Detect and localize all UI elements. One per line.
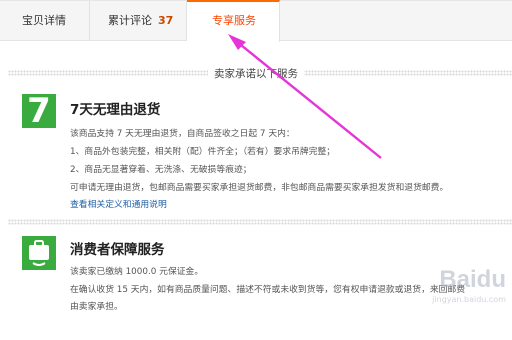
- return-desc-line-1: 该商品支持 7 天无理由退货，自商品签收之日起 7 天内：: [70, 129, 295, 139]
- return-desc-line-2: 1、商品外包装完整，相关附（配）件齐全；（若有）要求吊牌完整；: [70, 147, 336, 157]
- return-service-title: 7天无理由退货: [70, 102, 161, 118]
- baidu-watermark-brand: Baidu: [439, 266, 506, 293]
- baidu-watermark-sub: jingyan.baidu.com: [432, 295, 506, 304]
- return-desc-line-4: 可申请无理由退货，包邮商品需要买家承担退货邮费，非包邮商品需要买家承担发货和退货…: [70, 183, 449, 193]
- protection-line-1: 该卖家已缴纳 1000.0 元保证金。: [70, 267, 204, 277]
- review-count-badge: 37: [158, 14, 174, 27]
- protection-line-2: 在确认收货 15 天内，如有商品质量问题、描述不符或未收到货等，您有权申请退款或…: [70, 285, 466, 295]
- seven-day-badge-icon: 7: [22, 91, 56, 131]
- protection-badge-icon: [22, 236, 56, 270]
- tab-label-reviews: 累计评论: [108, 14, 152, 27]
- return-desc-line-3: 2、商品无显著穿着、无洗涤、无破损等痕迹；: [70, 165, 252, 175]
- protection-line-3: 由卖家承担。: [70, 302, 123, 312]
- section-title: 卖家承诺以下服务: [0, 66, 512, 81]
- tab-bar: 宝贝详情 累计评论 37 专享服务: [0, 0, 512, 42]
- tab-item-details[interactable]: 宝贝详情: [0, 1, 90, 41]
- dotted-divider-2: [8, 219, 512, 225]
- tab-label-details: 宝贝详情: [22, 14, 66, 27]
- tab-reviews[interactable]: 累计评论 37: [90, 1, 187, 41]
- tab-label-exclusive-service: 专享服务: [212, 14, 256, 27]
- tab-exclusive-service[interactable]: 专享服务: [187, 0, 280, 42]
- baidu-watermark: Baidu jingyan.baidu.com: [414, 266, 506, 326]
- protection-title: 消费者保障服务: [70, 242, 165, 258]
- return-policy-link[interactable]: 查看相关定义和通用说明: [70, 197, 167, 210]
